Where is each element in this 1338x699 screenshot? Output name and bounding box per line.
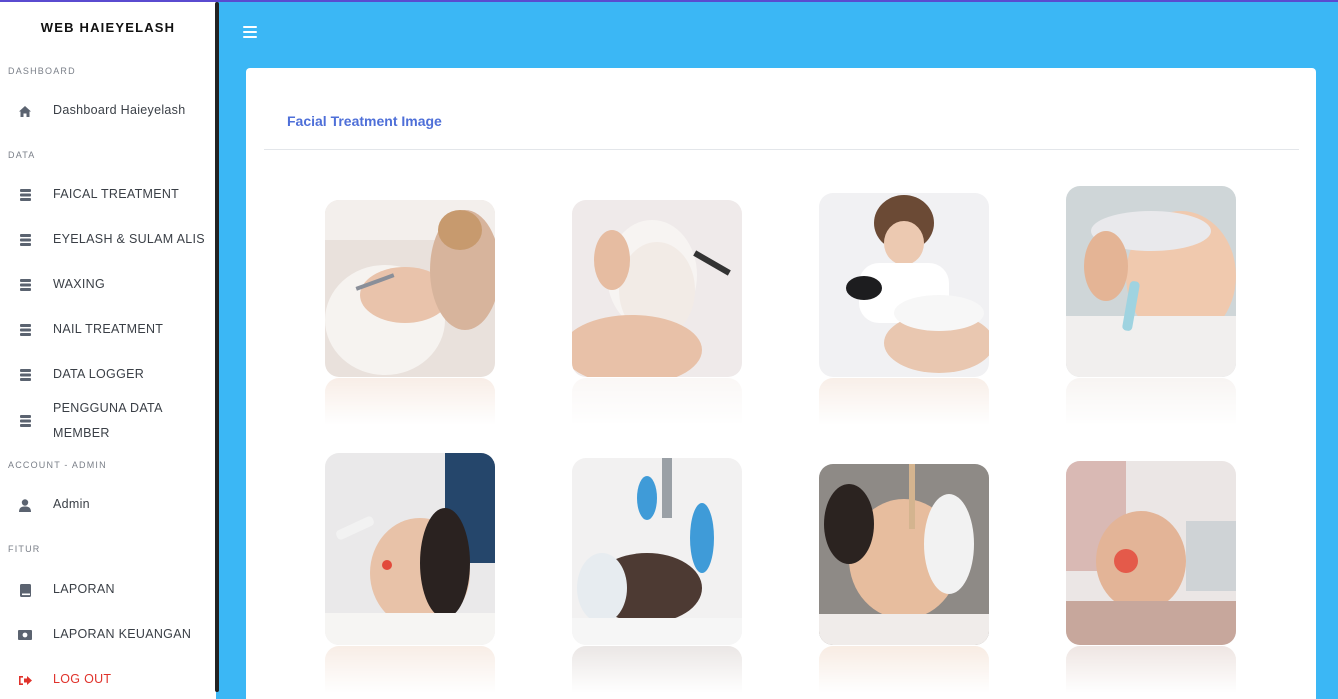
book-icon — [18, 583, 32, 597]
section-heading-account-admin: ACCOUNT - ADMIN — [8, 460, 107, 470]
treatment-image-2[interactable] — [572, 200, 742, 377]
treatment-image-3[interactable] — [819, 193, 989, 377]
money-icon — [18, 628, 32, 642]
sidebar-item-label: Admin — [53, 497, 90, 511]
treatment-image-5[interactable] — [325, 453, 495, 645]
section-heading-data: DATA — [8, 150, 36, 160]
card-divider — [264, 149, 1299, 150]
section-heading-fitur: FITUR — [8, 544, 41, 554]
top-accent-line — [0, 0, 1338, 2]
sidebar-scrollbar[interactable] — [215, 2, 219, 692]
sidebar-item-admin[interactable]: Admin — [0, 492, 216, 518]
treatment-image-7-reflection — [819, 646, 989, 692]
database-icon — [18, 188, 32, 202]
sidebar-item-pengguna-data-member[interactable]: PENGGUNA DATA MEMBER — [0, 395, 216, 447]
sidebar-item-label: LAPORAN — [53, 582, 115, 596]
sidebar-item-label: LOG OUT — [53, 672, 112, 686]
sidebar-item-facial-treatment[interactable]: FAICAL TREATMENT — [0, 182, 216, 208]
treatment-image-4[interactable] — [1066, 186, 1236, 377]
treatment-image-2-reflection — [572, 378, 742, 424]
database-icon — [18, 368, 32, 382]
treatment-image-8[interactable] — [1066, 461, 1236, 645]
menu-toggle-icon[interactable] — [243, 26, 257, 39]
sidebar-item-eyelash-sulam-alis[interactable]: EYELASH & SULAM ALIS — [0, 227, 216, 253]
section-heading-dashboard: DASHBOARD — [8, 66, 76, 76]
sidebar-item-data-logger[interactable]: DATA LOGGER — [0, 362, 216, 388]
database-icon — [18, 414, 32, 428]
sidebar-item-laporan[interactable]: LAPORAN — [0, 577, 216, 603]
sidebar-item-label: Dashboard Haieyelash — [53, 103, 186, 117]
treatment-image-5-reflection — [325, 646, 495, 692]
sidebar-item-label: WAXING — [53, 277, 106, 291]
home-icon — [18, 104, 32, 118]
database-icon — [18, 233, 32, 247]
sidebar-item-laporan-keuangan[interactable]: LAPORAN KEUANGAN — [0, 622, 216, 648]
treatment-image-7[interactable] — [819, 464, 989, 645]
sidebar-item-logout[interactable]: LOG OUT — [0, 667, 216, 693]
sidebar-item-label: EYELASH & SULAM ALIS — [53, 232, 205, 246]
sidebar: WEB HAIEYELASH DASHBOARD Dashboard Haiey… — [0, 2, 216, 699]
sidebar-item-nail-treatment[interactable]: NAIL TREATMENT — [0, 317, 216, 343]
treatment-image-3-reflection — [819, 378, 989, 424]
sidebar-item-label-line2: MEMBER — [53, 426, 110, 440]
database-icon — [18, 278, 32, 292]
treatment-image-1[interactable] — [325, 200, 495, 377]
treatment-image-6-reflection — [572, 646, 742, 692]
brand-title[interactable]: WEB HAIEYELASH — [0, 20, 216, 35]
sidebar-item-label: FAICAL TREATMENT — [53, 187, 180, 201]
sidebar-item-label: PENGGUNA DATA — [53, 401, 163, 415]
treatment-image-4-reflection — [1066, 378, 1236, 424]
database-icon — [18, 323, 32, 337]
card-title: Facial Treatment Image — [287, 113, 442, 129]
sidebar-item-label: DATA LOGGER — [53, 367, 145, 381]
sign-out-icon — [18, 673, 32, 687]
treatment-image-8-reflection — [1066, 646, 1236, 692]
sidebar-item-waxing[interactable]: WAXING — [0, 272, 216, 298]
treatment-image-6[interactable] — [572, 458, 742, 645]
sidebar-item-label: LAPORAN KEUANGAN — [53, 627, 192, 641]
sidebar-item-label: NAIL TREATMENT — [53, 322, 164, 336]
user-icon — [18, 498, 32, 512]
treatment-image-1-reflection — [325, 378, 495, 424]
sidebar-item-dashboard[interactable]: Dashboard Haieyelash — [0, 98, 216, 124]
